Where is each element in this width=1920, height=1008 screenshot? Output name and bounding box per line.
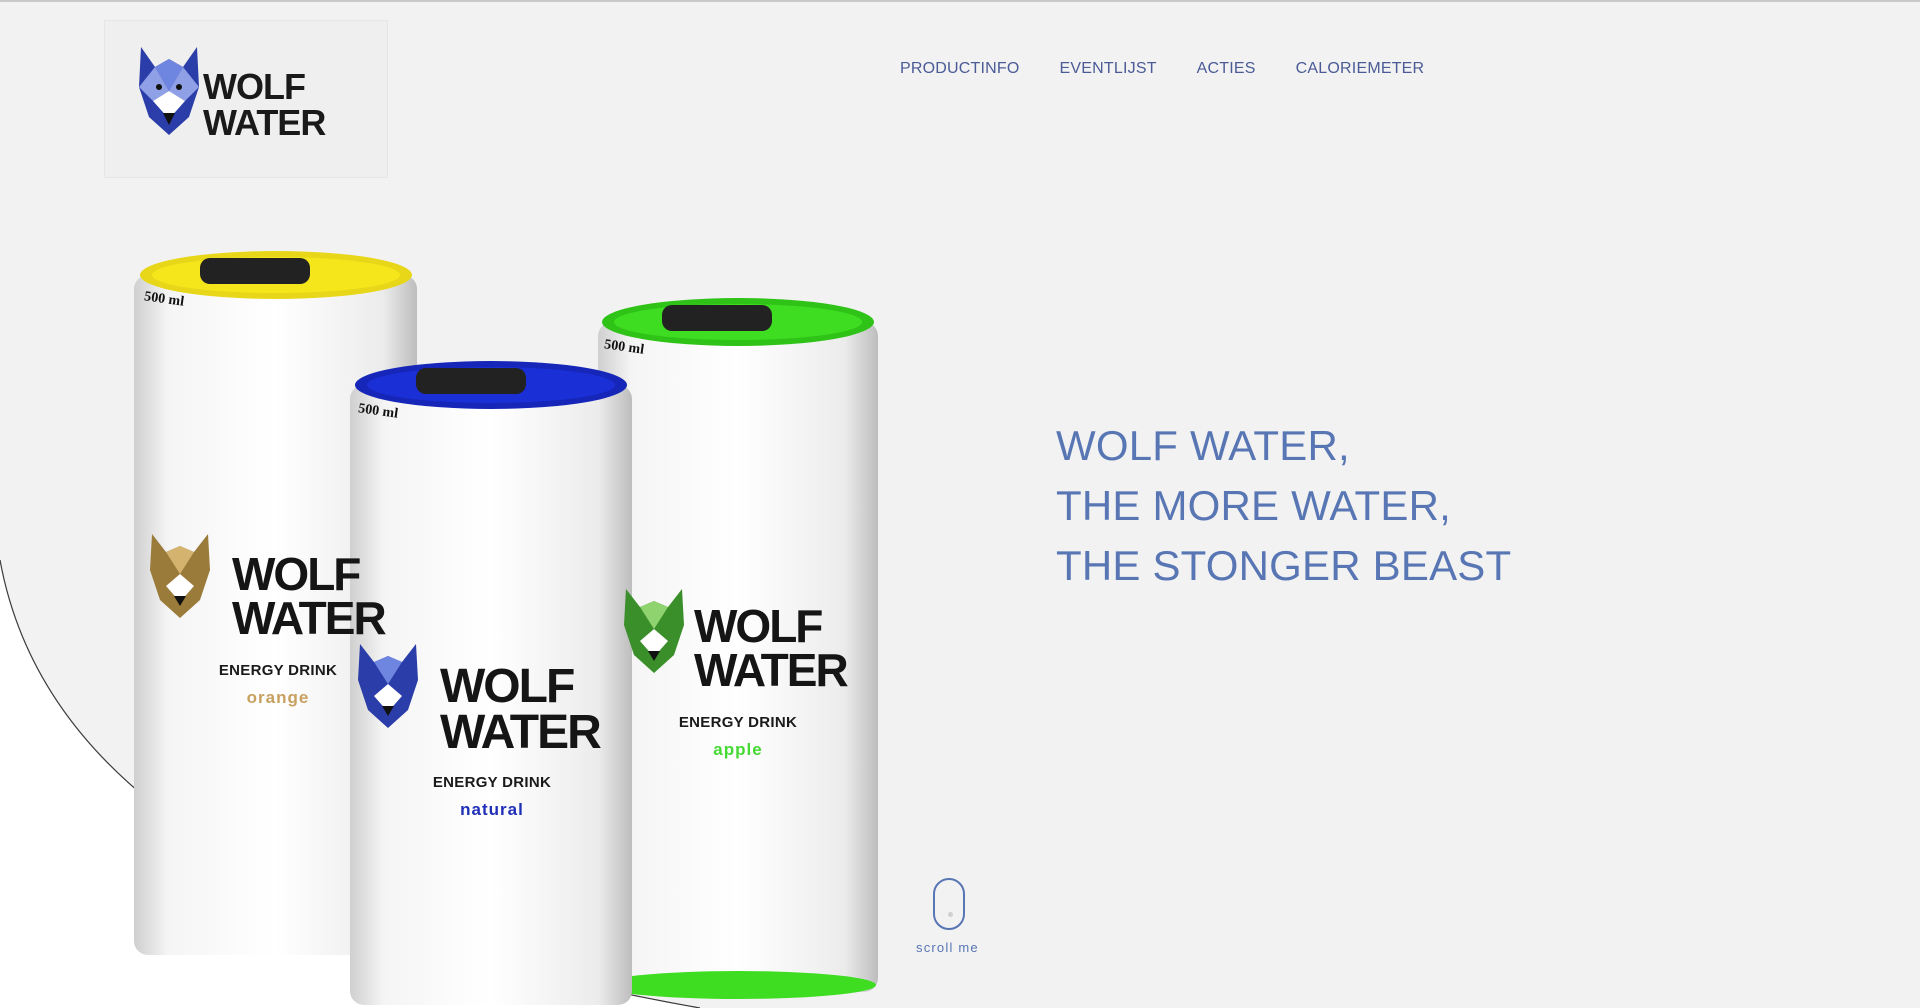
can-orange-brand: WOLF WATER bbox=[232, 548, 387, 644]
cans-graphic bbox=[134, 251, 878, 1005]
headline-line-2: THE MORE WATER, bbox=[1056, 482, 1451, 529]
can-apple-energy: ENERGY DRINK bbox=[678, 714, 798, 731]
can-apple-brand-line1: WOLF bbox=[694, 600, 823, 652]
headline-line-3: THE STONGER BEAST bbox=[1056, 542, 1512, 589]
product-cans-image: 500 ml WOLF WATER ENERGY DRINK orange 50… bbox=[0, 0, 1920, 1008]
can-apple-brand-line2: WATER bbox=[694, 644, 849, 696]
can-natural-brand-line2: WATER bbox=[440, 706, 602, 759]
can-natural-brand-line1: WOLF bbox=[440, 660, 575, 713]
scroll-dot bbox=[948, 912, 953, 917]
hero-headline: WOLF WATER, THE MORE WATER, THE STONGER … bbox=[1056, 416, 1511, 596]
headline-line-1: WOLF WATER, bbox=[1056, 422, 1350, 469]
can-orange-brand-line1: WOLF bbox=[232, 548, 361, 600]
can-orange-flavor: orange bbox=[246, 688, 310, 707]
scroll-label[interactable]: scroll me bbox=[916, 940, 979, 955]
can-natural-flavor: natural bbox=[460, 800, 524, 819]
can-orange-energy: ENERGY DRINK bbox=[218, 662, 338, 679]
can-orange-brand-line2: WATER bbox=[232, 592, 387, 644]
scroll-mouse-icon[interactable] bbox=[933, 878, 965, 930]
can-natural-brand: WOLF WATER bbox=[440, 660, 630, 759]
can-natural-energy: ENERGY DRINK bbox=[432, 774, 552, 791]
can-apple-brand: WOLF WATER bbox=[694, 600, 874, 696]
can-apple-flavor: apple bbox=[713, 740, 763, 759]
